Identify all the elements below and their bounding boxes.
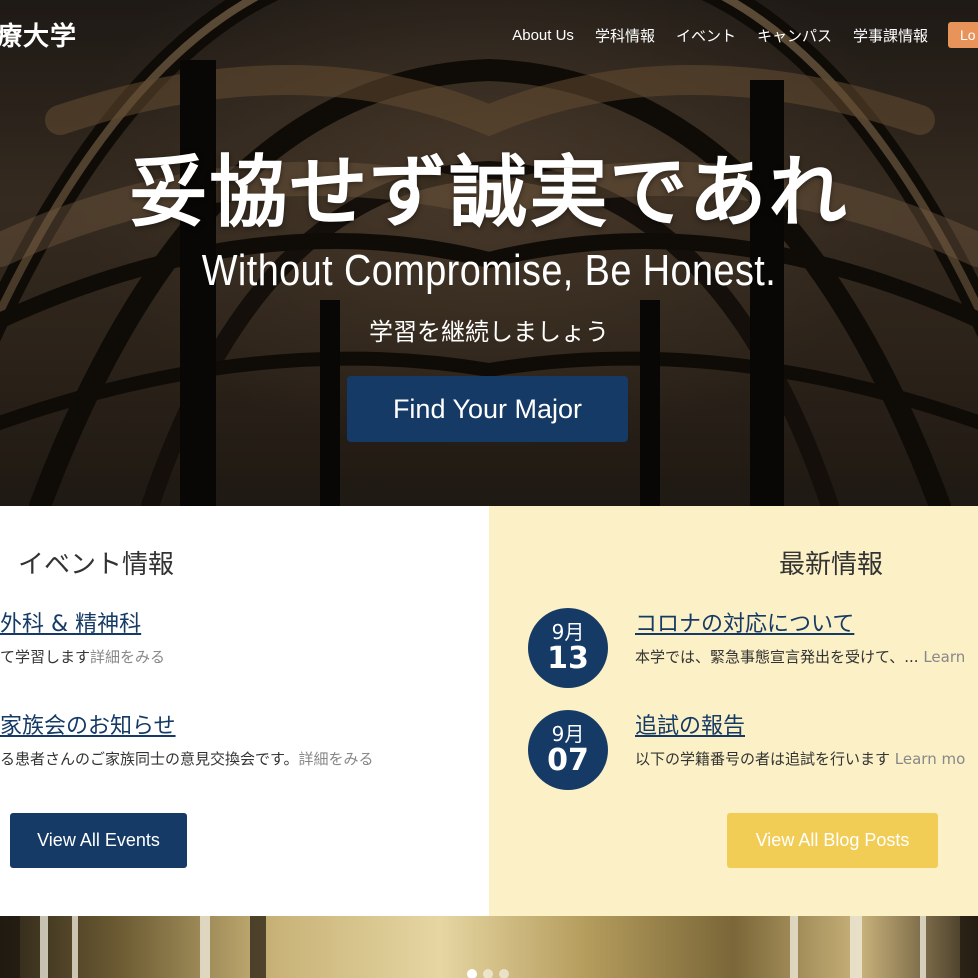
event-desc-text: て学習します: [0, 648, 91, 666]
carousel-dot[interactable]: [467, 969, 477, 978]
news-item: コロナの対応について 本学では、緊急事態宣言発出を受けて、... Learn: [635, 606, 978, 667]
carousel-dot[interactable]: [499, 969, 509, 978]
news-title-link[interactable]: 追試の報告: [635, 708, 978, 740]
news-learn-more-link[interactable]: Learn mo: [895, 750, 965, 768]
site-logo[interactable]: 療大学: [0, 16, 77, 53]
event-title-link[interactable]: 外科 & 精神科: [0, 606, 489, 638]
date-month: 9月: [551, 722, 585, 746]
event-item: 外科 & 精神科 て学習します詳細をみる: [0, 606, 489, 667]
date-month: 9月: [551, 620, 585, 644]
news-item: 追試の報告 以下の学籍番号の者は追試を行います Learn mo: [635, 708, 978, 769]
hero-title: 妥協せず誠実であれ: [129, 148, 849, 238]
main-nav: About Us 学科情報 イベント キャンパス 学事課情報 Lo: [491, 22, 978, 48]
date-badge: 9月 13: [528, 608, 608, 688]
hero-banner: 療大学 About Us 学科情報 イベント キャンパス 学事課情報 Lo 妥協…: [0, 0, 978, 506]
date-day: 13: [547, 641, 589, 676]
news-description: 本学では、緊急事態宣言発出を受けて、... Learn: [635, 646, 978, 667]
event-more-link[interactable]: 詳細をみる: [299, 750, 374, 768]
nav-departments[interactable]: 学科情報: [595, 25, 655, 46]
news-learn-more-link[interactable]: Learn: [923, 648, 965, 666]
news-title-link[interactable]: コロナの対応について: [635, 606, 978, 638]
event-description: て学習します詳細をみる: [0, 646, 489, 667]
view-all-events-button[interactable]: View All Events: [10, 813, 187, 868]
date-badge: 9月 07: [528, 710, 608, 790]
events-panel: イベント情報 外科 & 精神科 て学習します詳細をみる 家族会のお知らせ る患者…: [0, 506, 489, 916]
nav-events[interactable]: イベント: [676, 25, 736, 46]
news-heading: 最新情報: [779, 550, 884, 580]
news-panel: 最新情報 9月 13 コロナの対応について 本学では、緊急事態宣言発出を受けて、…: [489, 506, 978, 916]
nav-campus[interactable]: キャンパス: [757, 25, 832, 46]
hero-subtitle: Without Compromise, Be Honest.: [201, 246, 777, 295]
view-all-blog-posts-button[interactable]: View All Blog Posts: [727, 813, 938, 868]
carousel-dot[interactable]: [483, 969, 493, 978]
event-more-link[interactable]: 詳細をみる: [90, 648, 165, 666]
event-desc-text: る患者さんのご家族同士の意見交換会です。: [0, 750, 299, 768]
hero-tagline: 学習を継続しましょう: [369, 318, 609, 346]
events-heading: イベント情報: [18, 550, 175, 580]
news-description: 以下の学籍番号の者は追試を行います Learn mo: [635, 748, 978, 769]
carousel-indicators: [467, 969, 509, 978]
event-item: 家族会のお知らせ る患者さんのご家族同士の意見交換会です。詳細をみる: [0, 708, 489, 769]
find-your-major-button[interactable]: Find Your Major: [347, 376, 628, 442]
nav-about-us[interactable]: About Us: [512, 27, 574, 44]
date-day: 07: [547, 743, 589, 778]
news-desc-text: 以下の学籍番号の者は追試を行います: [635, 750, 891, 768]
event-title-link[interactable]: 家族会のお知らせ: [0, 708, 489, 740]
event-description: る患者さんのご家族同士の意見交換会です。詳細をみる: [0, 748, 489, 769]
login-button[interactable]: Lo: [948, 22, 978, 48]
news-desc-text: 本学では、緊急事態宣言発出を受けて、...: [635, 648, 919, 666]
nav-academic-affairs[interactable]: 学事課情報: [853, 25, 928, 46]
